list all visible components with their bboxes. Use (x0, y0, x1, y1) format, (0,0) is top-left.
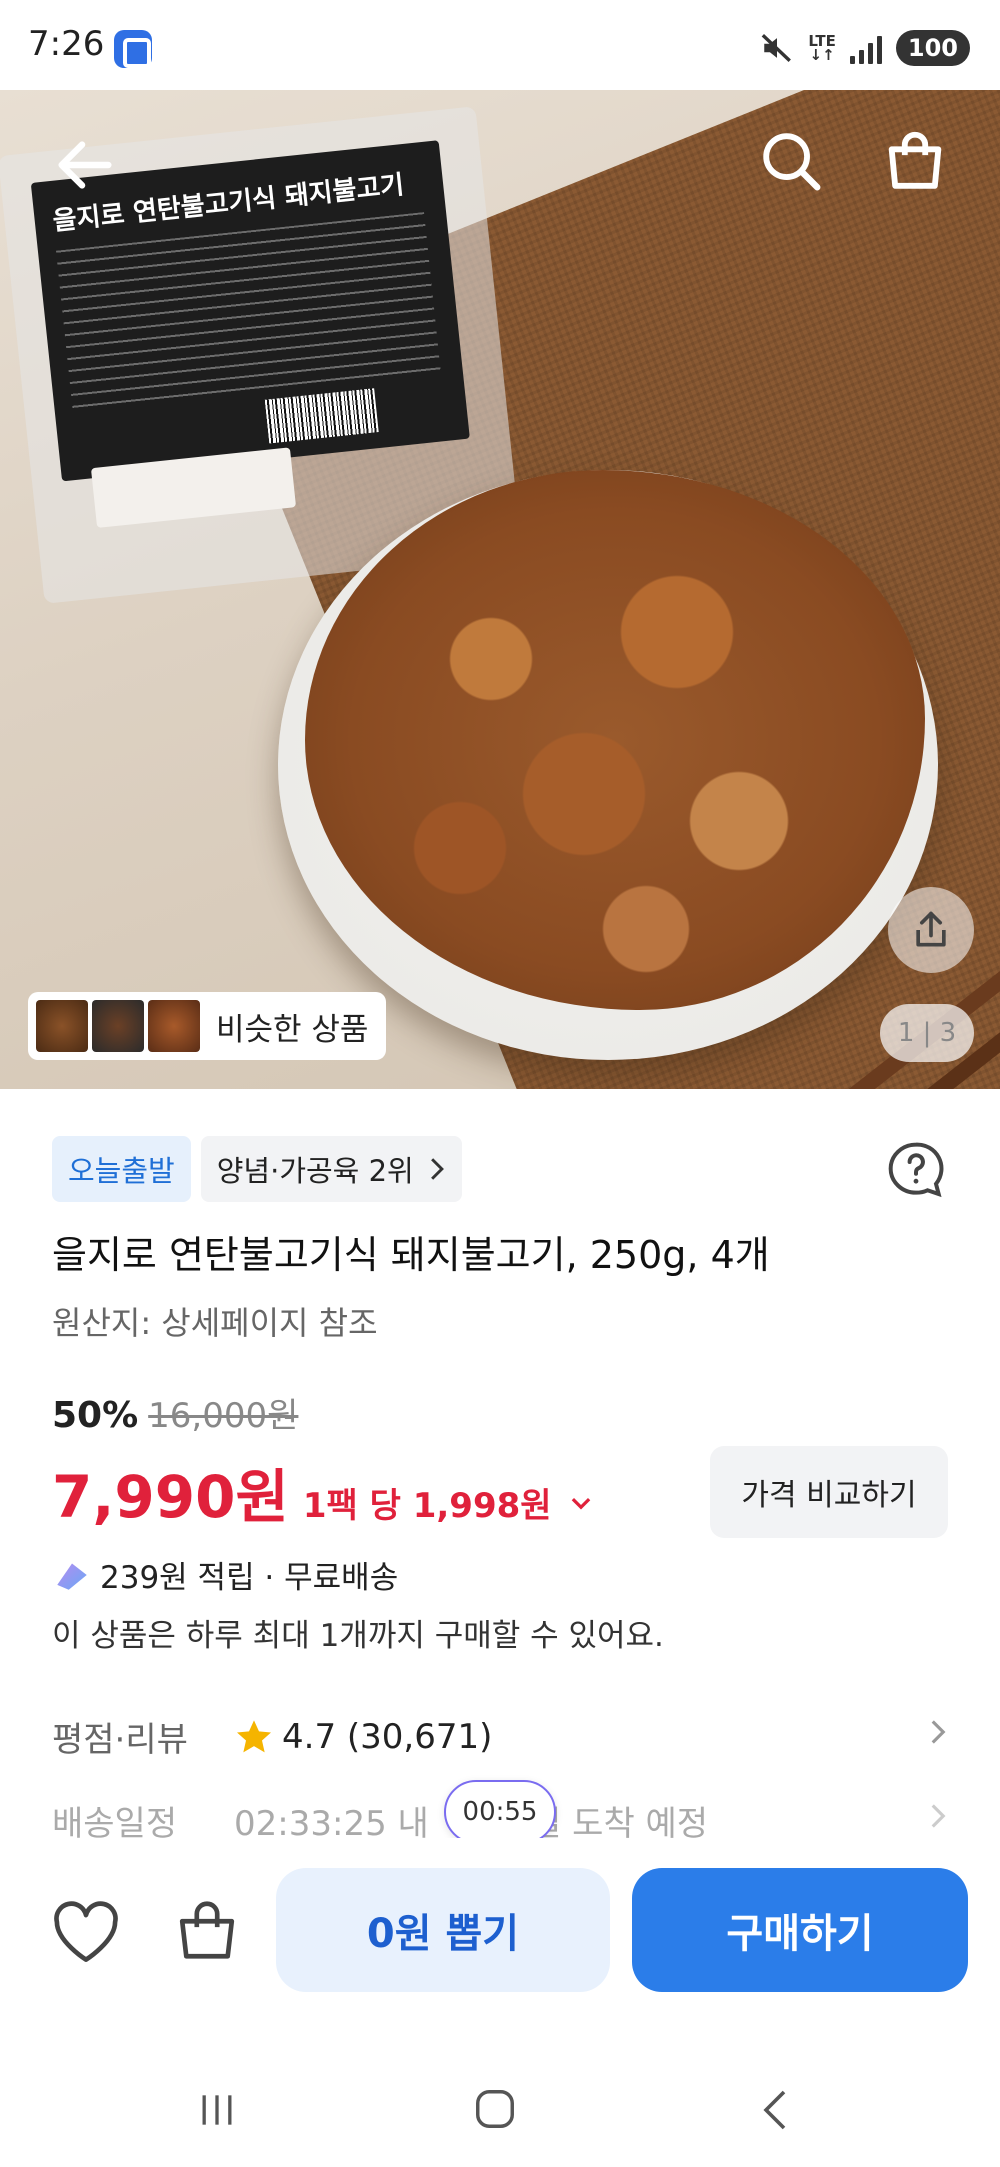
image-page-counter: 1 | 3 (880, 1004, 974, 1062)
similar-products-label: 비슷한 상품 (216, 1011, 369, 1048)
price-row: 7,990원 1팩 당 1,998원 (52, 1450, 594, 1534)
heart-icon[interactable] (50, 1900, 122, 1964)
battery-indicator: 100 (895, 30, 970, 66)
mute-icon (761, 34, 792, 62)
badge-row: 오늘출발 양념·가공육 2위 (52, 1136, 462, 1202)
category-rank-badge[interactable]: 양념·가공육 2위 (200, 1136, 462, 1202)
chevron-right-icon (931, 1720, 946, 1744)
similar-thumbnail (36, 1000, 88, 1052)
shopping-bag-icon[interactable] (880, 126, 950, 196)
today-shipping-badge: 오늘출발 (52, 1136, 191, 1202)
back-arrow-icon[interactable] (50, 130, 120, 200)
discount-row: 50% 16,000원 (52, 1388, 298, 1437)
app-notification-icon (114, 30, 152, 68)
purchase-limit-note: 이 상품은 하루 최대 1개까지 구매할 수 있어요. (52, 1618, 664, 1654)
chevron-right-icon (430, 1158, 444, 1180)
original-price: 16,000원 (148, 1396, 299, 1436)
chevron-right-icon (931, 1804, 946, 1828)
points-row: 239원 적립 · 무료배송 (52, 1552, 398, 1597)
status-bar: 7:26 LTE ↓↑ 100 (0, 0, 1000, 90)
system-back-icon[interactable] (756, 2086, 796, 2134)
timer-pill[interactable]: 00:55 (444, 1780, 556, 1844)
rating-value: 4.7 (30,671) (282, 1716, 493, 1757)
discount-rate: 50% (52, 1395, 139, 1436)
product-title: 을지로 연탄불고기식 돼지불고기, 250g, 4개 (52, 1233, 770, 1277)
signal-icon (849, 32, 882, 64)
search-icon[interactable] (756, 126, 826, 196)
points-shipping-text: 239원 적립 · 무료배송 (100, 1560, 399, 1596)
draw-button[interactable]: 0원 뽑기 (276, 1868, 610, 1992)
share-button[interactable] (888, 887, 974, 973)
similar-products-button[interactable]: 비슷한 상품 (28, 992, 387, 1060)
help-icon[interactable] (884, 1138, 948, 1202)
buy-button[interactable]: 구매하기 (632, 1868, 968, 1992)
shopping-bag-icon[interactable] (172, 1894, 242, 1966)
similar-thumbnail (92, 1000, 144, 1052)
recent-apps-icon[interactable] (195, 2088, 239, 2132)
chevron-down-icon[interactable] (568, 1491, 594, 1517)
product-image-carousel[interactable]: 을지로 연탄불고기식 돼지불고기 1 | 3 비슷한 상품 (0, 90, 1000, 1089)
similar-thumbnail (148, 1000, 200, 1052)
product-origin: 원산지: 상세페이지 참조 (52, 1304, 378, 1342)
product-page: 7:26 LTE ↓↑ 100 을지로 연탄불고기식 돼지불고기 1 | 3 비… (0, 0, 1000, 2167)
network-type: LTE ↓↑ (808, 32, 836, 64)
price-compare-button[interactable]: 가격 비교하기 (710, 1446, 948, 1538)
status-time: 7:26 (28, 24, 105, 64)
sale-price: 7,990원 (52, 1463, 289, 1531)
bottom-action-bar: 0원 뽑기 구매하기 (0, 1838, 1000, 2014)
star-icon (237, 1719, 271, 1752)
status-indicators: LTE ↓↑ 100 (760, 26, 970, 70)
share-icon (916, 911, 946, 947)
unit-price[interactable]: 1팩 당 1,998원 (303, 1478, 552, 1527)
category-rank-label: 양념·가공육 2위 (216, 1154, 414, 1188)
system-navigation-bar (0, 2060, 1000, 2167)
barcode (264, 388, 379, 444)
points-icon (57, 1563, 87, 1590)
home-icon[interactable] (472, 2086, 518, 2132)
rating-review-row[interactable]: 평점·리뷰 4.7 (30,671) (52, 1712, 952, 1761)
package-fine-print (55, 212, 441, 410)
rating-review-label: 평점·리뷰 (52, 1720, 188, 1760)
